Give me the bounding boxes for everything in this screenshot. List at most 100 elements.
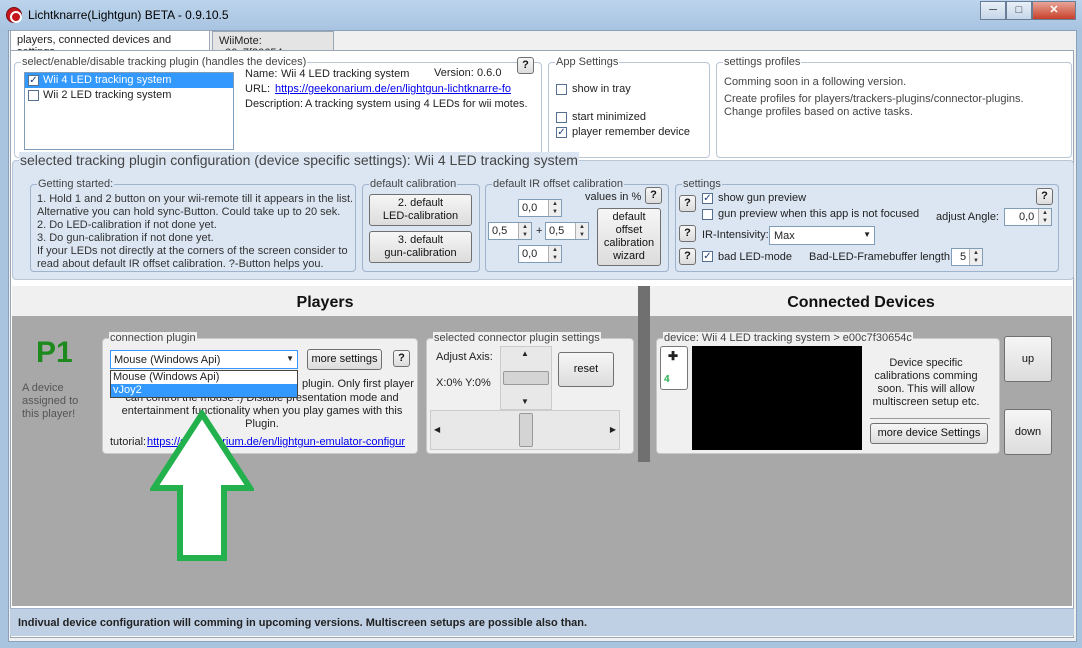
gun-preview-unfocused-label: gun preview when this app is not focused [718, 208, 920, 220]
ir-offset-left-input[interactable]: 0,5 ▲ ▼ [488, 222, 532, 240]
scroll-thumb[interactable] [519, 413, 533, 447]
getting-started-label: Getting started: [37, 178, 115, 190]
move-down-button[interactable]: down [1004, 409, 1052, 455]
plugin-name-value: Wii 4 LED tracking system [281, 68, 410, 80]
arrow-left-icon[interactable]: ◀ [434, 425, 440, 434]
tracking-plugin-list[interactable]: ✓ Wii 4 LED tracking system Wii 2 LED tr… [24, 72, 234, 150]
connector-settings-label: selected connector plugin settings [433, 332, 601, 344]
close-button[interactable]: ✕ [1032, 1, 1076, 20]
plugin-url-link[interactable]: https://geekonarium.de/en/lightgun-licht… [275, 83, 511, 95]
spin-arrows-icon[interactable]: ▲ ▼ [548, 246, 561, 262]
ir-offset-top-input[interactable]: 0,0 ▲ ▼ [518, 199, 562, 217]
more-settings-button[interactable]: more settings [307, 349, 382, 370]
chevron-down-icon[interactable]: ▼ [286, 354, 294, 363]
more-device-settings-button[interactable]: more device Settings [870, 423, 988, 444]
reset-button[interactable]: reset [558, 352, 614, 387]
vertical-axis-scrollbar[interactable]: ▲ ▼ [500, 346, 552, 410]
show-in-tray-checkbox[interactable] [556, 84, 567, 95]
led-calibration-button[interactable]: 2. default LED-calibration [369, 194, 472, 226]
arrow-right-icon[interactable]: ▶ [610, 425, 616, 434]
bad-led-help-button[interactable]: ? [679, 248, 696, 265]
tracking-help-button[interactable]: ? [517, 57, 534, 74]
device-info-text: Device specific calibrations comming soo… [872, 357, 980, 408]
players-heading: Players [296, 294, 354, 311]
ir-offset-right-input[interactable]: 0,5 ▲ ▼ [545, 222, 589, 240]
status-bar: Indivual device configuration will commi… [10, 608, 1074, 636]
players-header: Players [12, 286, 638, 316]
splitter[interactable] [638, 286, 650, 462]
checkbox-wii2[interactable] [28, 90, 39, 101]
connection-plugin-dropdown-list[interactable]: Mouse (Windows Api) vJoy2 [110, 370, 298, 398]
spin-arrows-icon[interactable]: ▲ ▼ [548, 200, 561, 216]
dropdown-option-mouse[interactable]: Mouse (Windows Api) [111, 371, 297, 384]
connection-help-button[interactable]: ? [393, 350, 410, 367]
chevron-down-icon: ▼ [863, 230, 871, 239]
offset-wizard-button[interactable]: default offset calibration wizard [597, 208, 661, 266]
plugin-description-label: Description: [245, 98, 304, 110]
connected-devices-header: Connected Devices [650, 286, 1072, 316]
player-remember-label: player remember device [572, 126, 690, 138]
ir-intensity-select[interactable]: Max ▼ [769, 226, 875, 245]
tutorial-label: tutorial: [110, 436, 147, 448]
connection-plugin-select[interactable]: Mouse (Windows Api) ▼ [110, 350, 298, 369]
maximize-button[interactable]: □ [1006, 1, 1032, 20]
gun-preview-area [692, 346, 862, 450]
arrow-down-icon[interactable]: ▼ [521, 397, 529, 406]
list-item[interactable]: Wii 2 LED tracking system [25, 88, 233, 103]
plugin-version-value: 0.6.0 [477, 67, 502, 79]
player-remember-checkbox[interactable]: ✓ [556, 127, 567, 138]
settings-help-button[interactable]: ? [1036, 188, 1053, 205]
ir-intensity-help-button[interactable]: ? [679, 225, 696, 242]
default-calibration-label: default calibration [369, 178, 458, 190]
title-bar[interactable]: Lichtknarre(Lightgun) BETA - 0.9.10.5 ─ … [0, 0, 1082, 30]
spin-arrows-icon[interactable]: ▲ ▼ [575, 223, 588, 239]
device-number: 4 [664, 374, 670, 385]
plugin-config-label: selected tracking plugin configuration (… [19, 152, 579, 168]
start-minimized-checkbox[interactable] [556, 112, 567, 123]
divider [870, 418, 990, 419]
plus-sign: + [536, 225, 543, 237]
move-up-button[interactable]: up [1004, 336, 1052, 382]
plugin-name-label: Name: [245, 68, 278, 80]
axis-xy-readout: X:0% Y:0% [436, 377, 491, 389]
connected-devices-heading: Connected Devices [787, 294, 935, 311]
spin-arrows-icon[interactable]: ▲ ▼ [1038, 209, 1051, 225]
minimize-button[interactable]: ─ [980, 1, 1006, 20]
dropdown-option-vjoy2[interactable]: vJoy2 [111, 384, 297, 397]
gun-preview-unfocused-checkbox[interactable] [702, 209, 713, 220]
checkbox-wii4[interactable]: ✓ [28, 75, 39, 86]
horizontal-axis-scrollbar[interactable]: ◀ ▶ [430, 410, 620, 450]
bad-led-mode-label: bad LED-mode [718, 251, 792, 263]
framebuffer-label: Bad-LED-Framebuffer length: [809, 251, 954, 263]
connection-desc-line1: plugin. Only first player [302, 378, 414, 390]
bad-led-mode-checkbox[interactable]: ✓ [702, 251, 713, 262]
plugin-description-value: A tracking system using 4 LEDs for wii m… [305, 98, 528, 110]
ir-intensity-label: IR-Intensivity: [702, 229, 769, 241]
ir-offset-bottom-input[interactable]: 0,0 ▲ ▼ [518, 245, 562, 263]
spin-arrows-icon[interactable]: ▲ ▼ [969, 249, 982, 265]
green-arrow-annotation [150, 410, 254, 561]
arrow-up-icon[interactable]: ▲ [521, 349, 529, 358]
gun-preview-help-button[interactable]: ? [679, 195, 696, 212]
tab-players-settings[interactable]: players, connected devices and settings [10, 30, 210, 58]
app-icon [6, 7, 22, 23]
gun-calibration-button[interactable]: 3. default gun-calibration [369, 231, 472, 263]
app-settings-label: App Settings [555, 56, 620, 68]
list-item[interactable]: ✓ Wii 4 LED tracking system [25, 73, 233, 88]
profiles-line1: Comming soon in a following version. [724, 76, 907, 88]
profiles-line2: Create profiles for players/trackers-plu… [724, 93, 1024, 105]
show-gun-preview-checkbox[interactable]: ✓ [702, 193, 713, 204]
plugin-settings-label: settings [682, 178, 722, 190]
spin-arrows-icon[interactable]: ▲ ▼ [518, 223, 531, 239]
plugin-url-label: URL: [245, 83, 271, 95]
dpad-icon: ✚ [668, 349, 679, 363]
player-assigned-text: A device assigned to this player! [22, 382, 79, 420]
settings-profiles-label: settings profiles [723, 56, 802, 68]
plugin-version-label: Version: [434, 67, 474, 79]
profiles-line3: Change profiles based on active tasks. [724, 106, 913, 118]
scroll-thumb[interactable] [503, 371, 549, 385]
adjust-angle-input[interactable]: 0,0 ▲ ▼ [1004, 208, 1052, 226]
framebuffer-input[interactable]: 5 ▲ ▼ [951, 248, 983, 266]
tab-wiimote[interactable]: WiiMote: e00c7f30654c [212, 31, 334, 59]
ir-offset-help-button[interactable]: ? [645, 187, 662, 204]
